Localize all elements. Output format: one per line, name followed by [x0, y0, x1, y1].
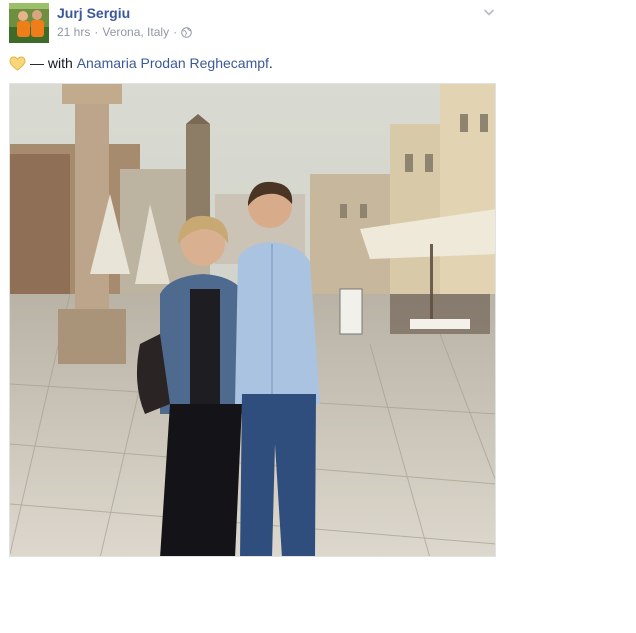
with-dash: — — [30, 55, 44, 71]
status-period: . — [268, 55, 273, 71]
with-label: with — [47, 55, 73, 71]
post-time[interactable]: 21 hrs — [57, 25, 90, 39]
meta-separator: · — [94, 25, 99, 39]
author-name[interactable]: Jurj Sergiu — [57, 5, 130, 21]
meta-separator-2: · — [173, 25, 178, 39]
post-photo[interactable] — [9, 83, 496, 557]
avatar[interactable] — [9, 3, 49, 43]
heart-icon — [9, 55, 26, 71]
feed-post: Jurj Sergiu 21 hrs · Verona, Italy · — w… — [0, 0, 636, 633]
chevron-down-icon[interactable] — [483, 4, 495, 16]
post-meta: 21 hrs · Verona, Italy · — [57, 25, 192, 39]
post-location[interactable]: Verona, Italy — [102, 25, 169, 39]
globe-icon[interactable] — [181, 26, 192, 38]
tagged-person-link[interactable]: Anamaria Prodan Reghecampf — [77, 55, 269, 71]
status-line: — with Anamaria Prodan Reghecampf . — [9, 55, 273, 71]
